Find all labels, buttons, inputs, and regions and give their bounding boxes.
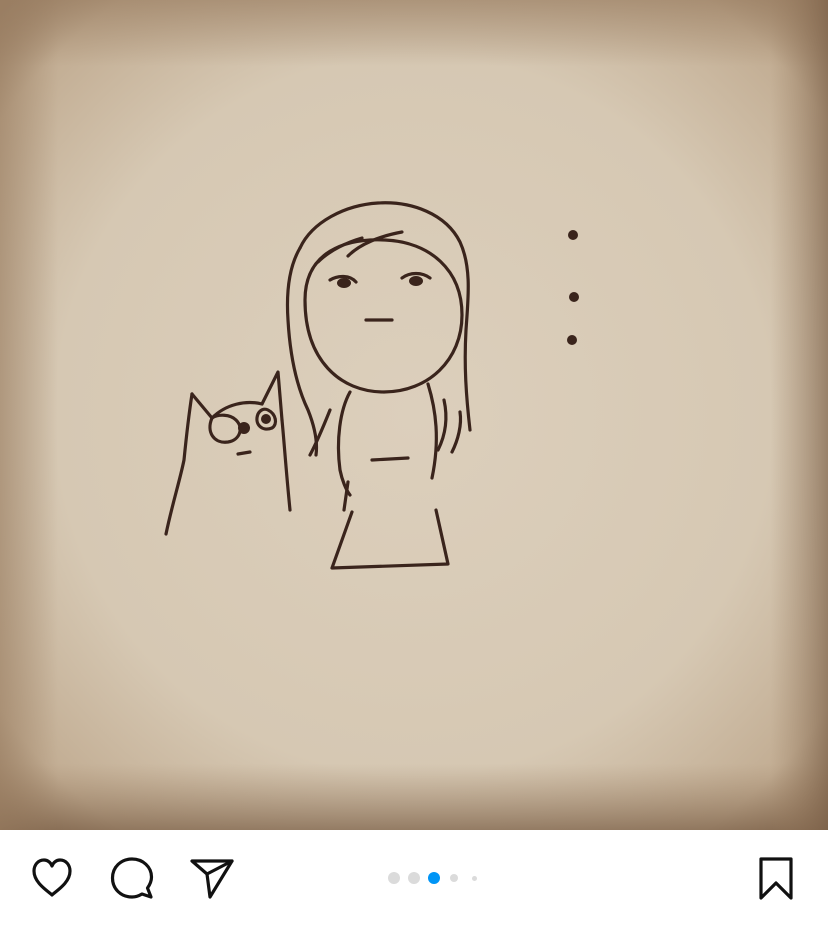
carousel-dot: [408, 872, 420, 884]
post-image[interactable]: [0, 0, 828, 830]
like-button[interactable]: [26, 852, 78, 904]
carousel-dot: [450, 874, 458, 882]
post-action-bar: [0, 830, 828, 926]
save-button[interactable]: [750, 852, 802, 904]
heart-icon: [32, 858, 72, 897]
carousel-dot-active: [428, 872, 440, 884]
share-button[interactable]: [186, 852, 238, 904]
post-container: [0, 0, 828, 926]
doodle-girl-with-cat-icon: [0, 0, 828, 830]
bookmark-icon: [759, 857, 793, 900]
carousel-indicator: [386, 870, 482, 886]
carousel-dot: [471, 875, 477, 881]
comment-bubble-icon: [110, 857, 154, 899]
carousel-dot: [388, 872, 400, 884]
comment-button[interactable]: [106, 852, 158, 904]
paper-plane-icon: [190, 859, 234, 899]
